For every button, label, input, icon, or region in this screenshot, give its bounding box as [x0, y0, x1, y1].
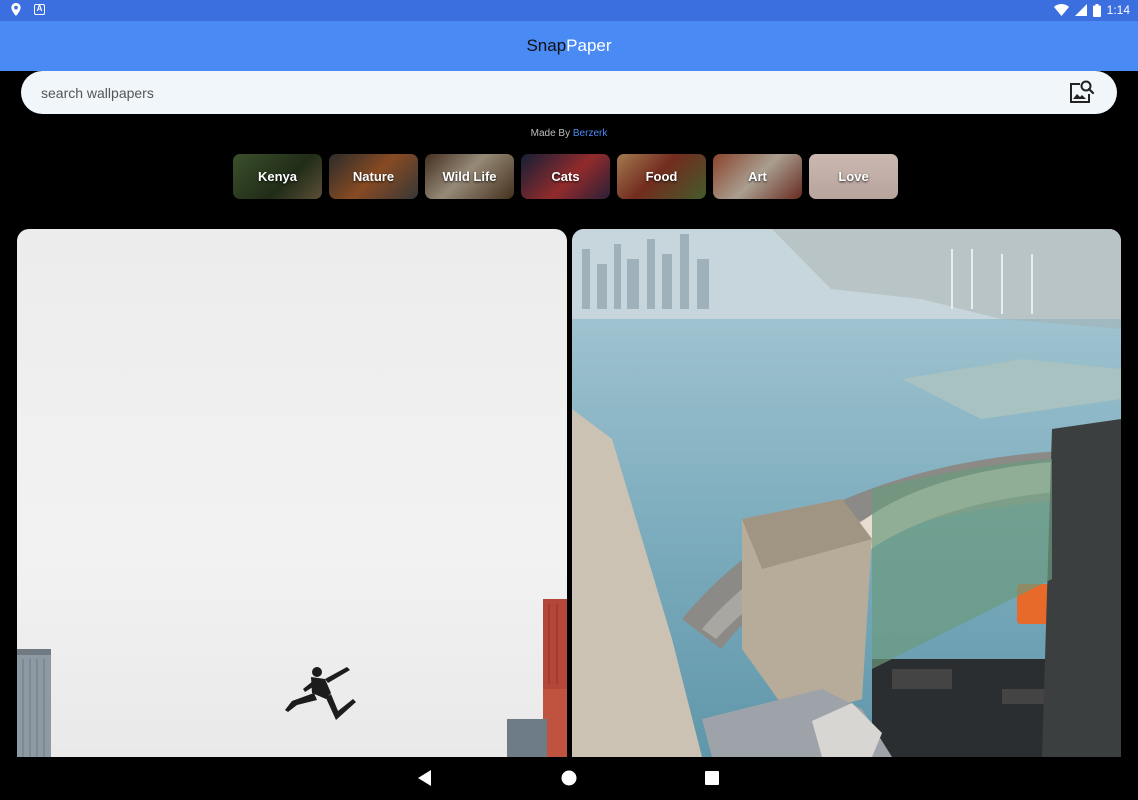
credit-line: Made By Berzerk [0, 128, 1138, 139]
signal-icon [1074, 4, 1087, 16]
credit-author-link[interactable]: Berzerk [573, 128, 607, 139]
wallpaper-tile-helicopter-view[interactable] [572, 229, 1121, 757]
back-icon[interactable] [418, 770, 432, 786]
status-bar: A 1:14 [0, 0, 1138, 21]
category-nature[interactable]: Nature [329, 154, 418, 199]
wallpaper-tile-jumping-person[interactable] [17, 229, 567, 757]
category-wild-life[interactable]: Wild Life [425, 154, 514, 199]
keyboard-a-icon: A [34, 4, 45, 15]
search-bar [21, 71, 1117, 114]
battery-icon [1092, 3, 1101, 17]
image-search-icon[interactable] [1067, 79, 1095, 107]
category-label: Food [645, 169, 678, 184]
wallpaper-image [572, 229, 1121, 757]
credit-prefix: Made By [530, 128, 573, 139]
app-title-paper: Paper [566, 36, 612, 55]
app-title-snap: Snap [526, 36, 567, 55]
app-bar: SnapPaper [0, 21, 1138, 71]
category-label: Cats [551, 169, 580, 184]
system-nav-bar [0, 757, 1138, 800]
wifi-icon [1053, 4, 1069, 16]
category-label: Nature [352, 169, 395, 184]
category-love[interactable]: Love [809, 154, 898, 199]
category-label: Wild Life [442, 169, 497, 184]
category-label: Love [838, 169, 869, 184]
category-list: Kenya Nature Wild Life Cats Food Art Lov… [233, 154, 898, 199]
wallpaper-image [17, 599, 567, 757]
status-time: 1:14 [1106, 3, 1130, 17]
category-food[interactable]: Food [617, 154, 706, 199]
category-cats[interactable]: Cats [521, 154, 610, 199]
wallpaper-grid [17, 229, 1121, 757]
app-title: SnapPaper [526, 36, 611, 56]
recents-icon[interactable] [705, 771, 719, 785]
category-kenya[interactable]: Kenya [233, 154, 322, 199]
category-label: Kenya [257, 169, 298, 184]
home-icon[interactable] [561, 770, 577, 786]
category-label: Art [748, 169, 767, 184]
search-input[interactable] [41, 71, 1021, 114]
location-icon [11, 3, 21, 16]
category-art[interactable]: Art [713, 154, 802, 199]
